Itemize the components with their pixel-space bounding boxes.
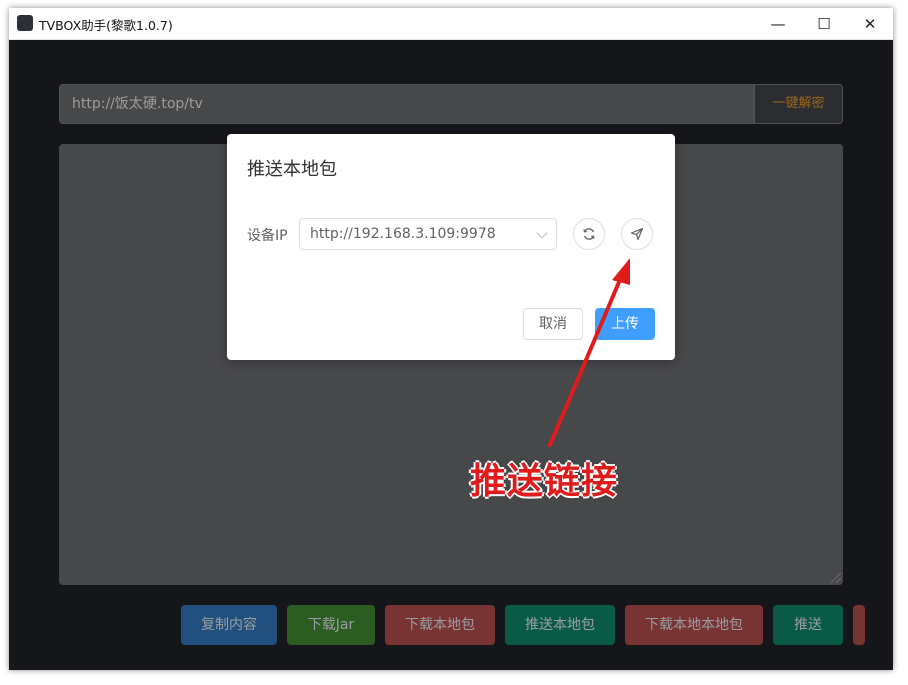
annotation-label: 推送链接 (470, 461, 619, 502)
annotation-arrow (548, 258, 630, 447)
